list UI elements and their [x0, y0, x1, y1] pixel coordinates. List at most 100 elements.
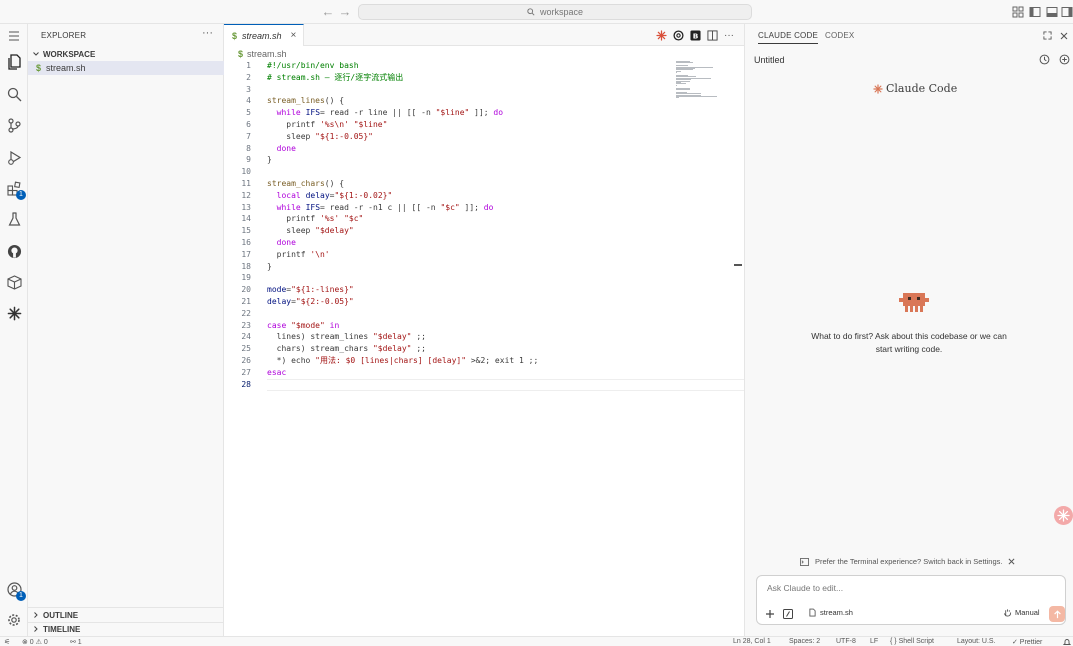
- toggle-panel-icon[interactable]: [1046, 6, 1058, 18]
- claude-spark-icon[interactable]: [654, 28, 668, 42]
- code-line[interactable]: 22: [224, 308, 674, 320]
- code-text: chars) stream_chars "$delay" ;;: [267, 344, 426, 354]
- containers-icon[interactable]: [4, 272, 24, 292]
- line-number: 24: [241, 332, 251, 342]
- indentation[interactable]: Spaces: 2: [789, 638, 820, 645]
- code-line[interactable]: 27 esac: [224, 367, 674, 379]
- split-editor-icon[interactable]: [705, 28, 719, 42]
- encoding[interactable]: UTF-8: [836, 638, 856, 645]
- code-line[interactable]: 3: [224, 84, 674, 96]
- new-session-icon[interactable]: [1059, 54, 1070, 65]
- code-line[interactable]: 2 # stream.sh — 逐行/逐字流式输出: [224, 72, 674, 84]
- code-line[interactable]: 18}: [224, 261, 674, 273]
- openai-icon[interactable]: [671, 28, 685, 42]
- explorer-more-actions[interactable]: ···: [202, 27, 213, 39]
- code-text: stream_chars() {: [267, 179, 345, 188]
- prompt-input[interactable]: [767, 583, 1047, 593]
- extensions-icon[interactable]: 1: [4, 178, 26, 200]
- code-line[interactable]: 17 printf '\n': [224, 249, 674, 261]
- session-title[interactable]: Untitled: [754, 55, 785, 65]
- code-line[interactable]: 19: [224, 272, 674, 284]
- breadcrumb[interactable]: $ stream.sh: [238, 48, 287, 60]
- editor-scrollbar[interactable]: [734, 264, 742, 266]
- close-icon[interactable]: [1008, 558, 1015, 565]
- more-actions-icon[interactable]: ···: [722, 28, 736, 42]
- code-line[interactable]: 13 while IFS= read -r -n1 c || [[ -n "$c…: [224, 202, 674, 214]
- minimap[interactable]: [674, 60, 724, 100]
- code-line[interactable]: 14 printf '%s' "$c": [224, 213, 674, 225]
- timeline-section-header[interactable]: TIMELINE: [28, 622, 224, 636]
- slash-command-icon[interactable]: [782, 608, 793, 619]
- code-text: done: [276, 143, 296, 153]
- claude-spark-icon[interactable]: [4, 303, 24, 323]
- code-line[interactable]: 8 done: [224, 143, 674, 155]
- send-button[interactable]: [1049, 606, 1065, 622]
- context-file-chip[interactable]: stream.sh: [809, 608, 853, 617]
- code-text: case "$mode" in: [267, 320, 340, 330]
- code-line[interactable]: 5 while IFS= read -r line || [[ -n "$lin…: [224, 107, 674, 119]
- source-control-icon[interactable]: [4, 115, 24, 135]
- tab-codex[interactable]: CODEX: [825, 31, 854, 40]
- code-line[interactable]: 9}: [224, 154, 674, 166]
- arrow-right-icon[interactable]: →: [337, 4, 353, 20]
- toggle-secondary-sidebar-icon[interactable]: [1061, 6, 1073, 18]
- cursor-position[interactable]: Ln 28, Col 1: [733, 638, 771, 645]
- notifications-bell-icon[interactable]: [1063, 638, 1071, 646]
- end-of-line[interactable]: LF: [870, 638, 878, 645]
- run-debug-icon[interactable]: [4, 147, 24, 167]
- file-tree-item-stream-sh[interactable]: $ stream.sh: [28, 61, 224, 75]
- bold-box-icon[interactable]: B: [688, 28, 702, 42]
- keyboard-layout[interactable]: Layout: U.S.: [957, 638, 996, 645]
- code-line[interactable]: 7 sleep "${1:-0.05}": [224, 131, 674, 143]
- code-line[interactable]: 1 #!/usr/bin/env bash: [224, 60, 674, 72]
- problems-indicator[interactable]: ⊗ 0 ⚠ 0: [22, 638, 48, 646]
- outline-section-header[interactable]: OUTLINE: [28, 608, 224, 622]
- code-line[interactable]: 11 stream_chars() {: [224, 178, 674, 190]
- permission-mode-chip[interactable]: Manual: [1003, 608, 1040, 617]
- accounts-icon[interactable]: 1: [4, 579, 26, 601]
- terminal-hint-text: Prefer the Terminal experience? Switch b…: [815, 557, 1003, 566]
- code-line[interactable]: 4 stream_lines() {: [224, 95, 674, 107]
- testing-flask-icon[interactable]: [4, 209, 24, 229]
- line-number: 15: [241, 226, 251, 236]
- github-icon[interactable]: [4, 241, 24, 261]
- code-line[interactable]: 16 done: [224, 237, 674, 249]
- explorer-icon[interactable]: [4, 52, 24, 72]
- code-line[interactable]: 10: [224, 166, 674, 178]
- line-number: 6: [246, 120, 251, 129]
- settings-gear-icon[interactable]: [4, 610, 24, 630]
- customize-layout-icon[interactable]: [1012, 6, 1024, 18]
- code-line[interactable]: 6 printf '%s\n' "$line": [224, 119, 674, 131]
- command-center-search[interactable]: workspace: [358, 4, 752, 20]
- code-line[interactable]: 12 local delay="${1:-0.02}": [224, 190, 674, 202]
- code-line[interactable]: 24 lines) stream_lines "$delay" ;;: [224, 331, 674, 343]
- floating-assistant-icon[interactable]: [1054, 506, 1073, 525]
- code-line[interactable]: 23 case "$mode" in: [224, 320, 674, 332]
- prettier-status[interactable]: ✓ Prettier: [1012, 638, 1042, 646]
- close-icon[interactable]: ×: [291, 30, 297, 41]
- add-context-icon[interactable]: [764, 608, 775, 619]
- code-line[interactable]: 25 chars) stream_chars "$delay" ;;: [224, 343, 674, 355]
- maximize-icon[interactable]: [1042, 30, 1053, 41]
- language-mode[interactable]: { } Shell Script: [890, 638, 934, 645]
- prompt-box: stream.sh Manual: [756, 575, 1066, 625]
- tab-claude-code[interactable]: CLAUDE CODE: [758, 31, 818, 44]
- ports-indicator[interactable]: ⚯ 1: [70, 638, 82, 646]
- tab-stream-sh[interactable]: $ stream.sh ×: [224, 24, 304, 46]
- code-text: local delay="${1:-0.02}": [276, 190, 393, 200]
- search-icon[interactable]: [4, 84, 24, 104]
- menu-icon[interactable]: [4, 26, 24, 46]
- context-file-name: stream.sh: [820, 608, 853, 617]
- toggle-primary-sidebar-icon[interactable]: [1029, 6, 1041, 18]
- workspace-section-header[interactable]: WORKSPACE: [28, 47, 224, 61]
- breadcrumb-file[interactable]: stream.sh: [247, 49, 287, 59]
- code-line[interactable]: 28: [224, 379, 674, 391]
- code-line[interactable]: 26 *) echo "用法: $0 [lines|chars] [delay]…: [224, 355, 674, 367]
- code-line[interactable]: 21 delay="${2:-0.05}": [224, 296, 674, 308]
- code-line[interactable]: 20 mode="${1:-lines}": [224, 284, 674, 296]
- close-icon[interactable]: [1058, 30, 1069, 41]
- remote-indicator[interactable]: ⚟: [4, 638, 10, 646]
- history-icon[interactable]: [1039, 54, 1050, 65]
- code-line[interactable]: 15 sleep "$delay": [224, 225, 674, 237]
- arrow-left-icon[interactable]: ←: [320, 4, 336, 20]
